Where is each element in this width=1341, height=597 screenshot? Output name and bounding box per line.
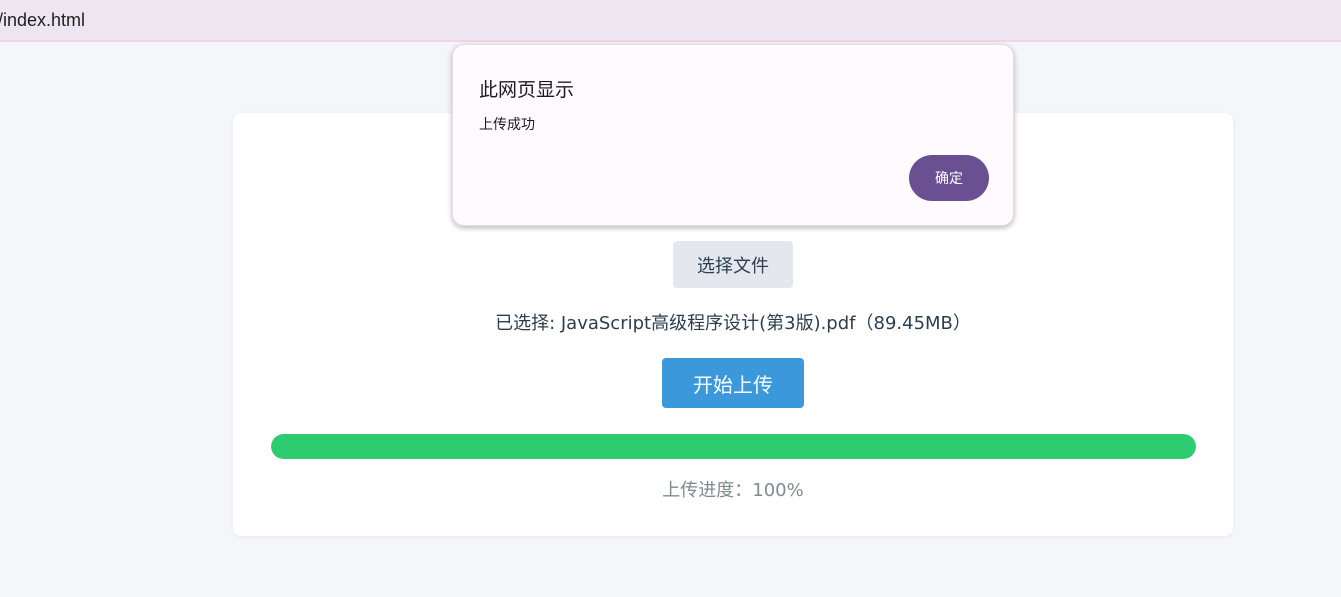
dialog-message: 上传成功: [479, 117, 535, 133]
address-url[interactable]: /index.html: [0, 10, 85, 31]
browser-address-bar[interactable]: /index.html: [0, 0, 1341, 42]
selected-file-text: 已选择: JavaScript高级程序设计(第3版).pdf（89.45MB）: [495, 313, 971, 334]
choose-file-button[interactable]: 选择文件: [673, 241, 793, 288]
progress-text: 上传进度：100%: [662, 480, 804, 501]
dialog-title: 此网页显示: [479, 79, 575, 101]
dialog-ok-button[interactable]: 确定: [909, 155, 989, 201]
alert-dialog: 此网页显示 上传成功 确定: [452, 44, 1014, 226]
progress-fill: [271, 434, 1196, 459]
start-upload-button[interactable]: 开始上传: [662, 358, 804, 408]
progress-bar: [271, 434, 1196, 459]
